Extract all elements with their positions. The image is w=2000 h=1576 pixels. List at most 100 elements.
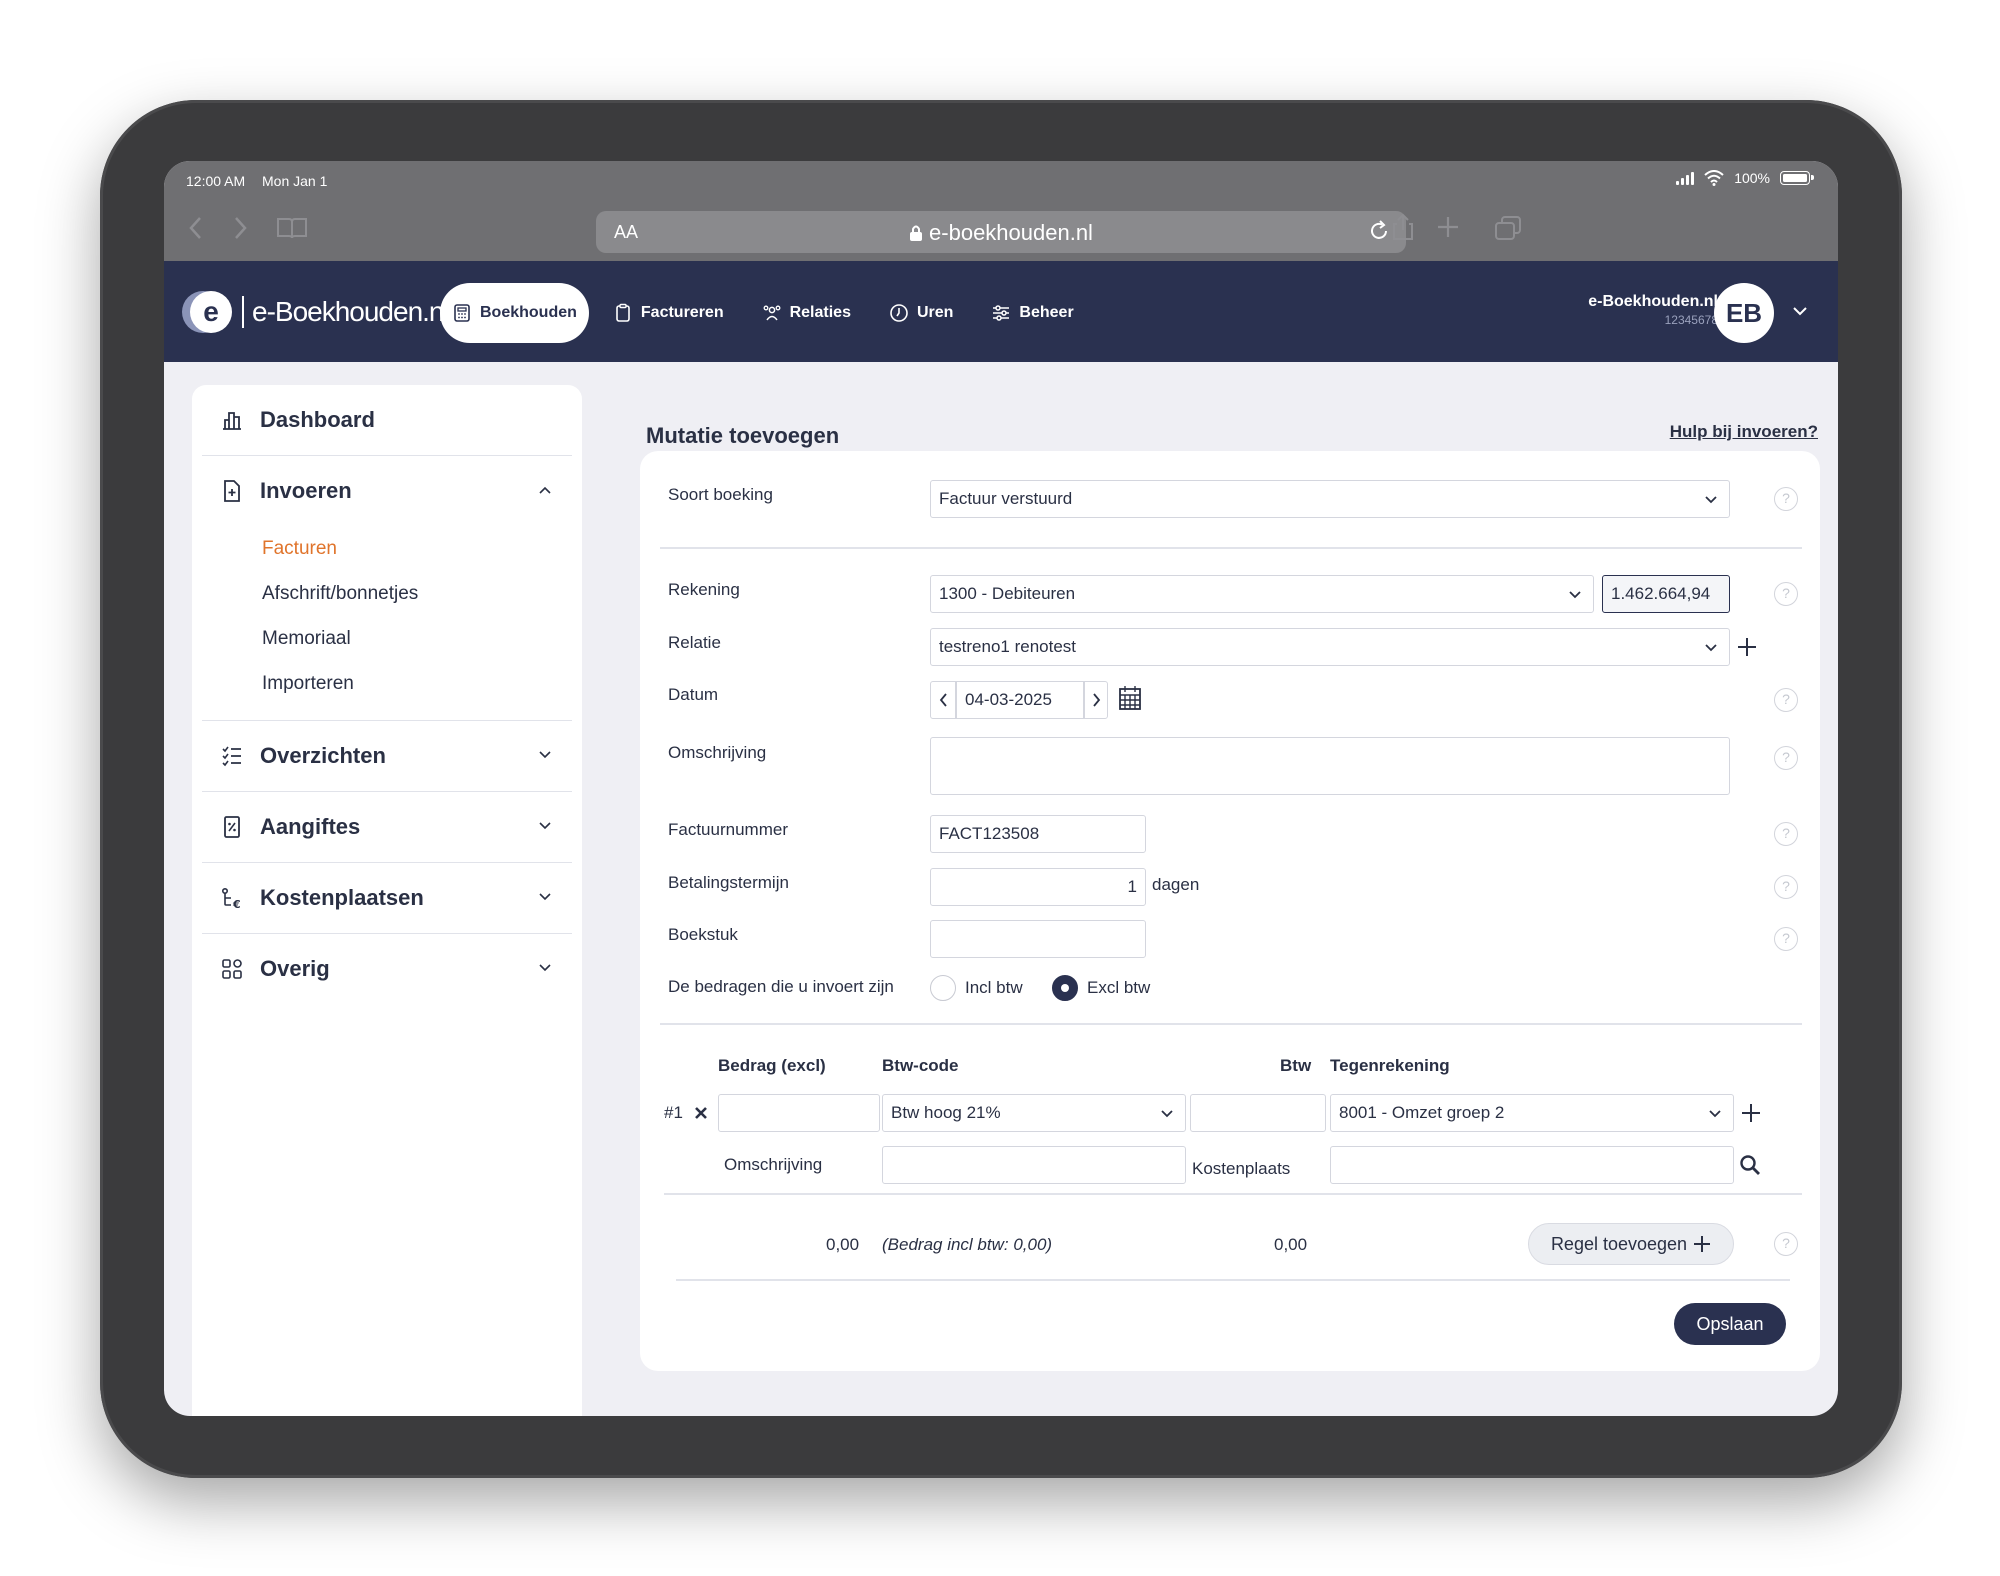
- soort-boeking-select[interactable]: Factuur verstuurd: [930, 480, 1730, 518]
- btw-input[interactable]: [1190, 1094, 1326, 1132]
- betalingstermijn-label: Betalingstermijn: [668, 873, 789, 892]
- bedragen-label: De bedragen die u invoert zijn: [668, 977, 894, 996]
- col-btw: Btw: [1280, 1056, 1312, 1075]
- reload-icon[interactable]: [1368, 220, 1390, 242]
- address-bar[interactable]: AA e-boekhouden.nl: [596, 211, 1406, 253]
- betalingstermijn-input[interactable]: 1: [930, 868, 1146, 906]
- status-date: Mon Jan 1: [262, 173, 328, 189]
- logo-mark: e: [190, 291, 232, 333]
- company-name: e-Boekhouden.nl: [1588, 293, 1718, 310]
- sidebar-item-overzichten[interactable]: Overzichten: [202, 721, 572, 792]
- sidebar-item-aangiftes[interactable]: Aangiftes: [202, 792, 572, 863]
- tegenrekening-select[interactable]: 8001 - Omzet groep 2: [1330, 1094, 1734, 1132]
- sidebar-item-dashboard[interactable]: Dashboard: [202, 385, 572, 456]
- kostenplaats-input[interactable]: [1330, 1146, 1734, 1184]
- forward-icon[interactable]: [230, 215, 250, 241]
- nav-label: Relaties: [789, 304, 851, 321]
- help-icon[interactable]: ?: [1774, 927, 1798, 951]
- status-time: 12:00 AM: [186, 173, 246, 189]
- help-icon[interactable]: ?: [1774, 746, 1798, 770]
- betalingstermijn-unit: dagen: [1152, 875, 1200, 894]
- sidebar-subitem-memoriaal[interactable]: Memoriaal: [262, 616, 572, 661]
- button-label: Regel toevoegen: [1550, 1233, 1688, 1254]
- bedrag-input[interactable]: [718, 1094, 880, 1132]
- factuurnummer-input[interactable]: FACT123508: [930, 815, 1146, 853]
- help-icon[interactable]: ?: [1774, 487, 1798, 511]
- new-tab-icon[interactable]: [1436, 215, 1460, 239]
- incl-btw-radio[interactable]: [930, 975, 956, 1001]
- chevron-left-icon[interactable]: [937, 692, 951, 708]
- factuurnummer-label: Factuurnummer: [668, 820, 788, 839]
- search-icon[interactable]: [1738, 1153, 1762, 1177]
- sidebar-subitem-importeren[interactable]: Importeren: [262, 661, 572, 706]
- line-number: #1: [664, 1103, 683, 1122]
- omschrijving-textarea[interactable]: [930, 737, 1730, 795]
- help-icon[interactable]: ?: [1774, 688, 1798, 712]
- status-indicators: 100%: [1676, 170, 1814, 186]
- add-relatie-icon[interactable]: [1736, 636, 1758, 658]
- sidebar-submenu: Facturen Afschrift/bonnetjes Memoriaal I…: [202, 526, 572, 720]
- remove-line-icon[interactable]: [694, 1106, 708, 1120]
- help-icon[interactable]: ?: [1774, 582, 1798, 606]
- btw-code-select[interactable]: Btw hoog 21%: [882, 1094, 1186, 1132]
- rekening-select[interactable]: 1300 - Debiteuren: [930, 575, 1594, 613]
- branch-icon: €: [221, 887, 241, 910]
- sidebar-item-overig[interactable]: Overig: [202, 934, 572, 1004]
- datum-picker[interactable]: 04-03-2025: [930, 681, 1108, 719]
- logo[interactable]: e e-Boekhouden.nl: [182, 291, 450, 333]
- nav-label: Boekhouden: [480, 304, 577, 321]
- nav-relaties[interactable]: Relaties: [748, 283, 865, 343]
- sidebar-label: Kostenplaatsen: [260, 885, 424, 910]
- mutation-form: Soort boeking Factuur verstuurd ? Rekeni…: [640, 451, 1820, 1371]
- divider: [660, 547, 1802, 549]
- chevron-down-icon: [539, 893, 551, 901]
- calendar-icon[interactable]: [1118, 685, 1142, 711]
- sidebar-item-invoeren[interactable]: Invoeren: [202, 456, 572, 526]
- nav-boekhouden[interactable]: Boekhouden: [440, 283, 589, 343]
- add-tegenrekening-icon[interactable]: [1740, 1102, 1762, 1124]
- total-incl: (Bedrag incl btw: 0,00): [882, 1235, 1053, 1254]
- tablet-screen: 12:00 AM Mon Jan 1 100% AA e-boekhouden.…: [164, 161, 1838, 1416]
- nav-label: Uren: [916, 304, 954, 321]
- omschrijving-label: Omschrijving: [668, 743, 767, 762]
- help-link[interactable]: Hulp bij invoeren?: [1670, 422, 1818, 442]
- boekstuk-input[interactable]: [930, 920, 1146, 958]
- relatie-select[interactable]: testreno1 renotest: [930, 628, 1730, 666]
- sidebar-subitem-facturen[interactable]: Facturen: [262, 526, 572, 571]
- nav-beheer[interactable]: Beheer: [977, 283, 1087, 343]
- help-icon[interactable]: ?: [1774, 822, 1798, 846]
- datum-label: Datum: [668, 685, 719, 704]
- logo-text: e-Boekhouden.nl: [242, 296, 450, 328]
- chevron-down-icon: [1705, 496, 1717, 504]
- main-nav: Boekhouden Factureren Relaties Uren Behe…: [440, 283, 1098, 343]
- save-button[interactable]: Opslaan: [1674, 1303, 1786, 1345]
- battery-icon: [1780, 171, 1814, 185]
- excl-btw-label: Excl btw: [1087, 978, 1151, 997]
- excl-btw-radio[interactable]: [1052, 975, 1078, 1001]
- divider: [660, 1023, 1802, 1025]
- rekening-saldo: 1.462.664,94: [1602, 575, 1730, 613]
- nav-uren[interactable]: Uren: [875, 283, 967, 343]
- sidebar-subitem-afschrift[interactable]: Afschrift/bonnetjes: [262, 571, 572, 616]
- chevron-up-icon[interactable]: [536, 481, 554, 499]
- company-info[interactable]: e-Boekhouden.nl 12345678: [1588, 293, 1718, 327]
- line-omschrijving-input[interactable]: [882, 1146, 1186, 1184]
- select-value: testreno1 renotest: [939, 637, 1077, 656]
- avatar[interactable]: EB: [1714, 283, 1774, 343]
- chevron-down-icon[interactable]: [1790, 301, 1810, 321]
- list-icon: [222, 746, 241, 767]
- sidebar-item-kostenplaatsen[interactable]: € Kostenplaatsen: [202, 863, 572, 934]
- bookmarks-icon[interactable]: [276, 215, 308, 241]
- add-line-button[interactable]: Regel toevoegen: [1528, 1223, 1734, 1265]
- sidebar-group-invoeren: Invoeren Facturen Afschrift/bonnetjes Me…: [202, 456, 572, 721]
- tabs-icon[interactable]: [1494, 215, 1522, 241]
- people-icon: [763, 305, 781, 321]
- help-icon[interactable]: ?: [1774, 875, 1798, 899]
- share-icon[interactable]: [1392, 213, 1414, 241]
- nav-factureren[interactable]: Factureren: [599, 283, 738, 343]
- chevron-right-icon[interactable]: [1089, 692, 1103, 708]
- help-icon[interactable]: ?: [1774, 1232, 1798, 1256]
- sidebar-label: Overig: [260, 956, 330, 981]
- back-icon[interactable]: [186, 215, 206, 241]
- boekstuk-label: Boekstuk: [668, 925, 738, 944]
